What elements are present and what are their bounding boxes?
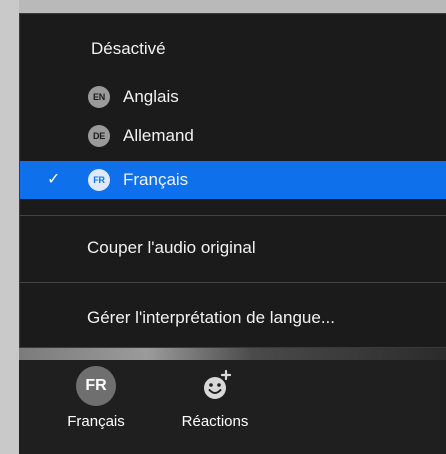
menu-item-german-label: Allemand — [123, 126, 194, 145]
top-edge — [19, 0, 446, 13]
menu-item-french[interactable]: ✓ FR Français — [20, 161, 446, 199]
interpretation-button-label: Français — [67, 413, 125, 430]
interpretation-menu: Désactivé EN Anglais DE Allemand ✓ FR Fr… — [19, 13, 446, 348]
checkmark-icon: ✓ — [47, 171, 61, 188]
menu-item-german[interactable]: DE Allemand — [20, 117, 446, 155]
fr-badge-icon: FR — [88, 169, 110, 191]
menu-item-manage-label: Gérer l'interprétation de langue... — [87, 308, 336, 327]
menu-divider — [20, 282, 446, 283]
interpretation-button[interactable]: FR Français — [55, 360, 137, 454]
en-badge-icon: EN — [88, 86, 110, 108]
emoji-add-icon — [195, 366, 235, 406]
menu-item-manage-interpretation[interactable]: Gérer l'interprétation de langue... — [20, 299, 446, 337]
menu-divider — [20, 215, 446, 216]
menu-item-off-label: Désactivé — [91, 39, 166, 58]
menu-item-off[interactable]: Désactivé — [20, 30, 446, 68]
menu-item-mute-original-label: Couper l'audio original — [87, 238, 256, 257]
menu-item-english-label: Anglais — [123, 87, 179, 106]
menu-item-french-label: Français — [123, 170, 189, 189]
reactions-button[interactable]: Réactions — [163, 360, 267, 454]
reactions-button-label: Réactions — [181, 413, 249, 430]
de-badge-icon: DE — [88, 125, 110, 147]
menu-item-english[interactable]: EN Anglais — [20, 78, 446, 116]
video-strip — [19, 348, 446, 360]
fr-language-icon: FR — [76, 366, 116, 406]
meeting-toolbar: FR Français Réactions — [19, 360, 446, 454]
menu-item-mute-original[interactable]: Couper l'audio original — [20, 229, 446, 267]
